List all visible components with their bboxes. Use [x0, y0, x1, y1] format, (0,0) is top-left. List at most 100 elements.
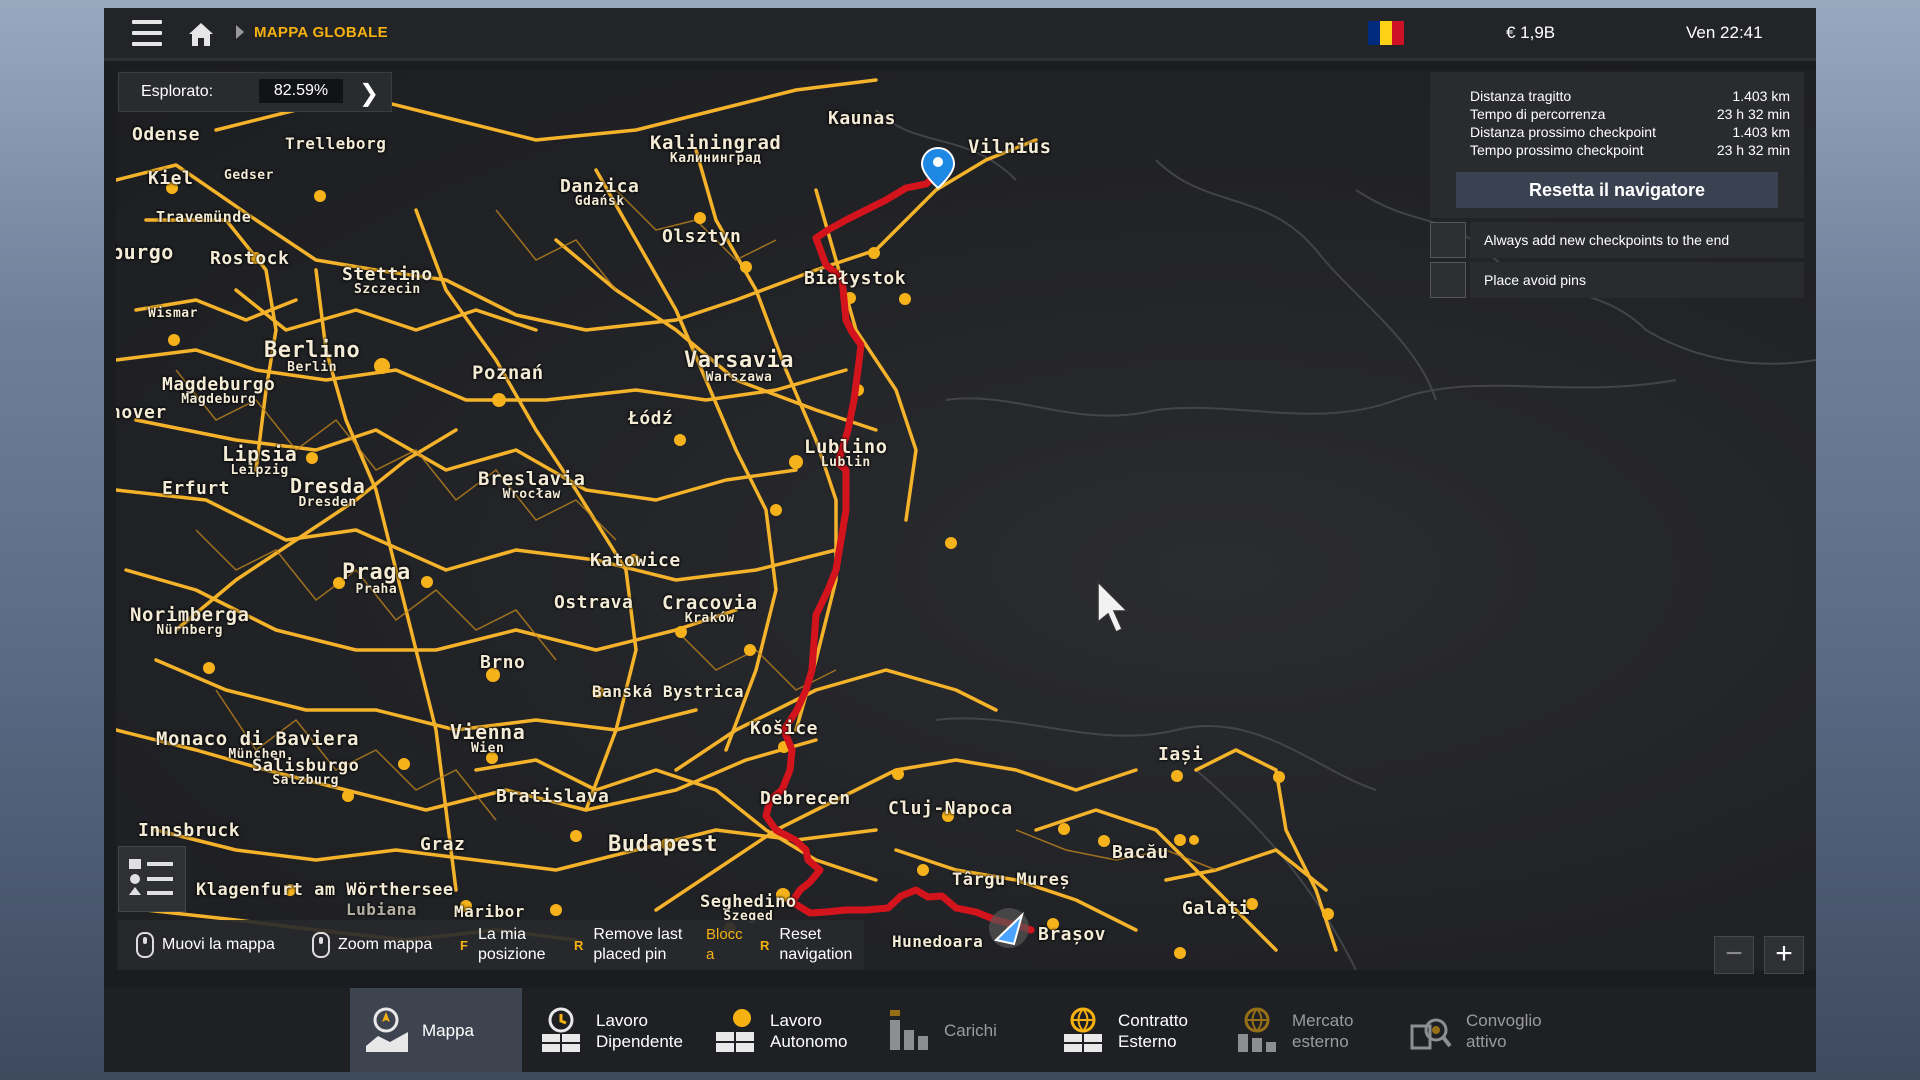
- nav-label: Contratto Esterno: [1118, 1011, 1188, 1051]
- nav-external-market[interactable]: Mercato esterno: [1220, 988, 1392, 1072]
- route-row-label: Distanza prossimo checkpoint: [1470, 124, 1656, 140]
- game-clock: Ven 22:41: [1686, 23, 1763, 42]
- city-label: Kaliningrad Калининград: [650, 132, 782, 166]
- route-row-value: 1.403 km: [1732, 88, 1790, 104]
- route-row-label: Distanza tragitto: [1470, 88, 1572, 104]
- nav-label: Carichi: [944, 1021, 997, 1040]
- city-label: Galați: [1182, 898, 1251, 919]
- nav-map[interactable]: Mappa: [350, 988, 522, 1072]
- city-label: Magdeburgo Magdeburg: [162, 374, 276, 407]
- city-label: Cluj-Napoca: [888, 798, 1013, 819]
- route-row-value: 23 h 32 min: [1716, 142, 1790, 158]
- help-label: La mia posizione: [477, 926, 546, 963]
- explored-panel: Esplorato: 82.59% ❯: [118, 72, 392, 112]
- help-move-map: Muovi la mappa: [136, 920, 275, 970]
- city-label: Lipsia Leipzig: [222, 442, 298, 478]
- help-zoom-map: Zoom mappa: [312, 920, 432, 970]
- city-label: Bacău: [1112, 842, 1169, 863]
- nav-label: Mercato esterno: [1292, 1011, 1354, 1051]
- city-label: Wismar: [148, 306, 198, 321]
- reset-navigator-button[interactable]: Resetta il navigatore: [1456, 172, 1778, 208]
- globe-contract-icon: [1064, 1007, 1102, 1052]
- convoy-icon: [1410, 1018, 1452, 1050]
- key-hint: F: [460, 937, 468, 953]
- nav-label: Mappa: [422, 1021, 474, 1040]
- city-label: Vienna Wien: [450, 720, 526, 756]
- city-label: Debrecen: [760, 788, 851, 809]
- truck-position-icon: [989, 908, 1029, 948]
- city-label: Vilnius: [968, 136, 1052, 158]
- help-my-position: F La mia posizione: [460, 920, 558, 970]
- zoom-in-button[interactable]: +: [1764, 936, 1804, 974]
- key-hint: Blocc a: [706, 926, 743, 963]
- nav-label: Lavoro Dipendente: [596, 1011, 683, 1051]
- globe-market-icon: [1238, 1007, 1276, 1052]
- append-checkpoints-checkbox[interactable]: [1430, 222, 1466, 258]
- city-label: Amburgo: [116, 240, 174, 264]
- nav-cargo[interactable]: Carichi: [872, 988, 1044, 1072]
- option-label: Always add new checkpoints to the end: [1470, 222, 1804, 258]
- city-label: Stettino Szczecin: [342, 264, 433, 297]
- nav-own-job[interactable]: Lavoro Autonomo: [698, 988, 870, 1072]
- city-label: Bratislava: [496, 786, 610, 807]
- controls-help-bar: Muovi la mappa Zoom mappa F La mia posiz…: [118, 920, 864, 970]
- flag-stripe: [1392, 21, 1404, 45]
- city-label: Lublino Lublin: [804, 436, 888, 470]
- clock-job-icon: [542, 1007, 580, 1052]
- city-label: Budapest: [608, 832, 718, 857]
- city-label: Hannover: [116, 402, 167, 423]
- city-label: Ostrava: [554, 592, 634, 613]
- city-label: Łódź: [628, 408, 674, 429]
- nav-label: Convoglio attivo: [1466, 1011, 1542, 1051]
- cargo-icon: [890, 1010, 928, 1050]
- home-icon[interactable]: [186, 20, 216, 48]
- route-row-label: Tempo di percorrenza: [1470, 106, 1606, 122]
- help-label: Reset navigation: [779, 926, 853, 963]
- city-label: Târgu Mureș: [952, 870, 1071, 890]
- city-label: Breslavia Wrocław: [478, 468, 586, 502]
- option-append-checkpoints[interactable]: Always add new checkpoints to the end: [1430, 222, 1804, 258]
- city-label: Dresda Dresden: [290, 474, 366, 510]
- city-label: Katowice: [590, 550, 681, 571]
- bottom-nav: Mappa Lavoro Dipendente Lavoro Autonomo …: [104, 988, 1816, 1072]
- help-label: Muovi la mappa: [162, 936, 275, 953]
- city-label: Gedser: [224, 168, 274, 183]
- nav-active-convoy[interactable]: Convoglio attivo: [1394, 988, 1566, 1072]
- city-label: Banská Bystrica: [592, 682, 744, 701]
- explored-label: Esplorato:: [141, 83, 214, 100]
- flag-stripe: [1380, 21, 1392, 45]
- city-label: Lubiana: [346, 900, 417, 919]
- route-row-value: 23 h 32 min: [1716, 106, 1790, 122]
- breadcrumb: MAPPA GLOBALE: [254, 24, 388, 41]
- breadcrumb-arrow-icon: [236, 25, 244, 39]
- menu-icon[interactable]: [132, 20, 162, 46]
- key-hint: R: [760, 937, 770, 953]
- city-label: Erfurt: [162, 478, 231, 499]
- legend-list-icon: [129, 859, 173, 895]
- key-hint: R: [574, 937, 584, 953]
- nav-employee-job[interactable]: Lavoro Dipendente: [524, 988, 696, 1072]
- map-legend-button[interactable]: [118, 846, 186, 912]
- option-avoid-pins[interactable]: Place avoid pins: [1430, 262, 1804, 298]
- city-label: Iași: [1158, 744, 1204, 765]
- city-label: Hunedoara: [892, 932, 984, 951]
- nav-external-contract[interactable]: Contratto Esterno: [1046, 988, 1218, 1072]
- chevron-right-icon[interactable]: ❯: [359, 79, 379, 108]
- help-reset-navigation: Blocc a R Reset navigation: [706, 920, 869, 970]
- city-label: Danzica Gdańsk: [560, 176, 640, 209]
- avoid-pins-checkbox[interactable]: [1430, 262, 1466, 298]
- city-label: Maribor: [454, 902, 525, 921]
- nav-label: Lavoro Autonomo: [770, 1011, 848, 1051]
- flag-stripe: [1368, 21, 1380, 45]
- route-row-label: Tempo prossimo checkpoint: [1470, 142, 1644, 158]
- city-label: Berlino Berlin: [264, 338, 361, 375]
- city-label: Innsbruck: [138, 820, 241, 841]
- city-label: Brno: [480, 652, 526, 673]
- city-label: Praga Praha: [342, 560, 411, 597]
- city-label: Klagenfurt am Wörthersee: [196, 880, 454, 900]
- city-label: Cracovia Kraków: [662, 592, 758, 626]
- city-label: Białystok: [804, 268, 907, 289]
- zoom-out-button[interactable]: −: [1714, 936, 1754, 974]
- own-job-icon: [716, 1009, 754, 1052]
- city-label: Brașov: [1038, 924, 1107, 945]
